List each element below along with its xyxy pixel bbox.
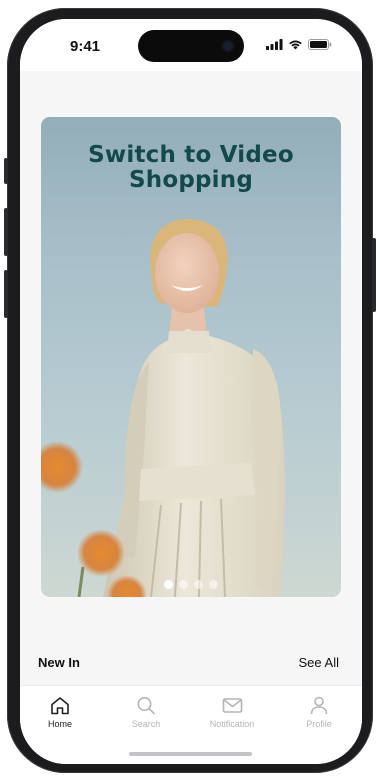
front-camera (222, 40, 234, 52)
phone-screen: 9:41 Switch to Video Shopping New In See… (20, 19, 362, 764)
tab-notification-label: Notification (209, 719, 255, 729)
banner-title-line2: Shopping (129, 167, 253, 193)
carousel-pagination (41, 580, 341, 589)
tab-search-label: Search (131, 719, 161, 729)
wifi-icon (289, 40, 302, 50)
carousel-dot-1[interactable] (164, 580, 173, 589)
carousel-dot-2[interactable] (179, 580, 188, 589)
see-all-link[interactable]: See All (299, 655, 339, 670)
video-shopping-banner[interactable]: Switch to Video Shopping (41, 117, 341, 597)
mail-icon (222, 698, 242, 713)
carousel-dot-3[interactable] (194, 580, 203, 589)
carousel-dot-4[interactable] (209, 580, 218, 589)
home-indicator[interactable] (129, 752, 252, 756)
cellular-signal-icon (266, 39, 283, 50)
tab-profile[interactable]: Profile (279, 696, 359, 729)
volume-down-button (4, 270, 8, 318)
action-button (4, 158, 8, 184)
tab-profile-label: Profile (306, 719, 332, 729)
new-in-heading: New In (38, 655, 80, 670)
tab-home-label: Home (47, 719, 72, 729)
status-icons (266, 39, 332, 50)
tab-home[interactable]: Home (20, 696, 100, 729)
status-time: 9:41 (70, 38, 101, 55)
profile-icon (310, 696, 328, 715)
banner-title-line1: Switch to Video (88, 142, 294, 168)
volume-up-button (4, 208, 8, 256)
tab-search[interactable]: Search (106, 696, 186, 729)
home-icon (51, 697, 69, 715)
search-icon (137, 697, 155, 715)
tab-bar: Home Search Notification Profile (20, 685, 362, 764)
battery-icon (308, 39, 332, 50)
power-button (372, 238, 376, 312)
banner-title: Switch to Video Shopping (41, 143, 341, 193)
dynamic-island (138, 30, 244, 62)
tab-notification[interactable]: Notification (192, 696, 272, 729)
status-bar: 9:41 (20, 19, 362, 71)
